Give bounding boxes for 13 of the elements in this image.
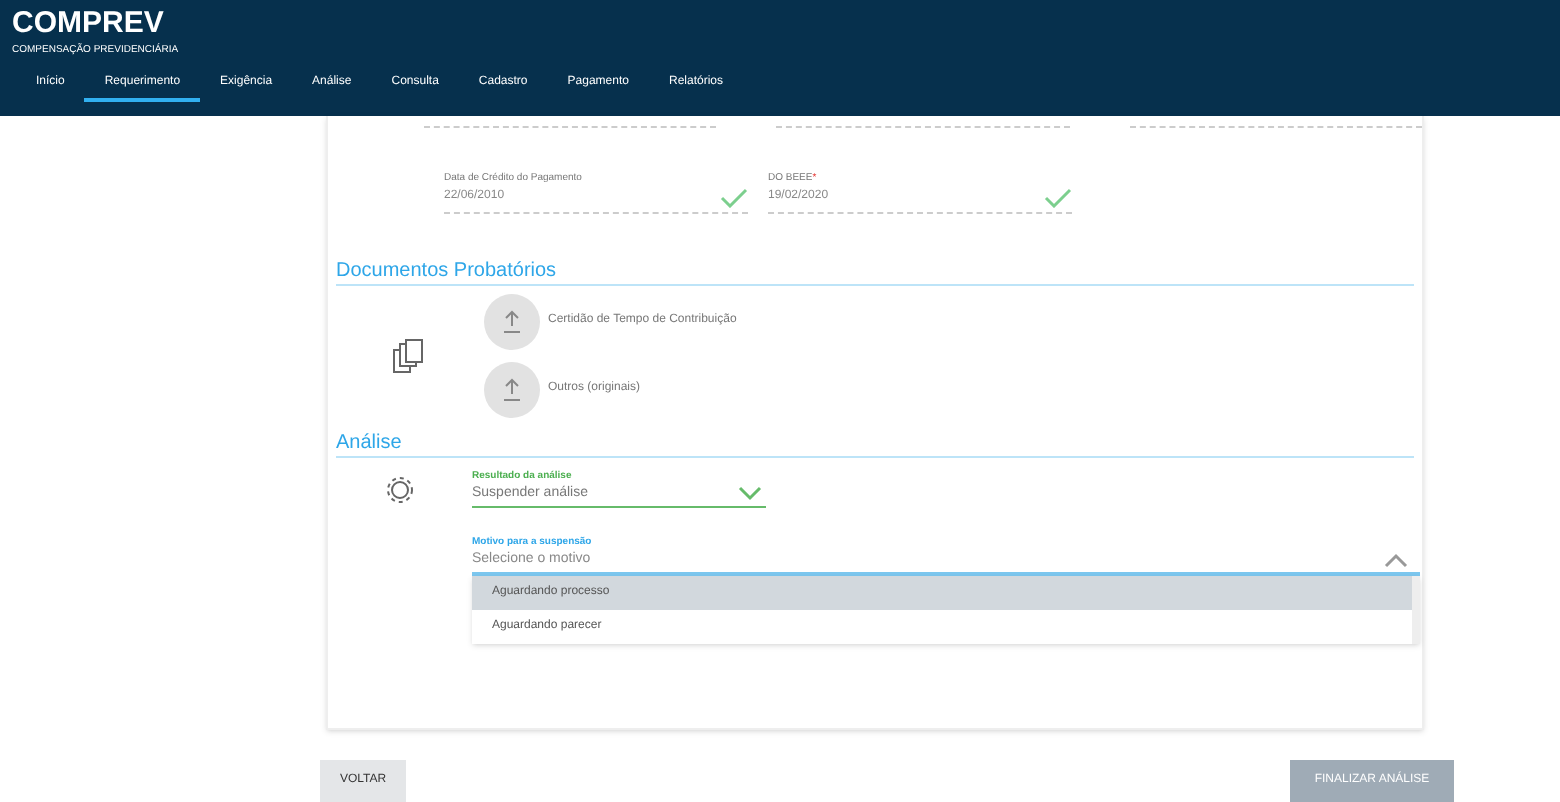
check-icon xyxy=(720,187,748,207)
chevron-icon xyxy=(738,486,762,503)
upload-icon xyxy=(500,309,524,333)
logo: COMPREV xyxy=(12,8,166,40)
section-heading: Documentos Probatórios xyxy=(336,257,1414,285)
section-heading: Análise xyxy=(336,429,1414,457)
upload-button[interactable] xyxy=(484,293,540,349)
upload-button[interactable] xyxy=(484,361,540,417)
upload-icon xyxy=(500,377,524,401)
gear-icon xyxy=(386,475,414,503)
check-icon xyxy=(1044,187,1072,207)
chevron-icon xyxy=(1384,552,1408,569)
documents-icon xyxy=(392,337,424,373)
